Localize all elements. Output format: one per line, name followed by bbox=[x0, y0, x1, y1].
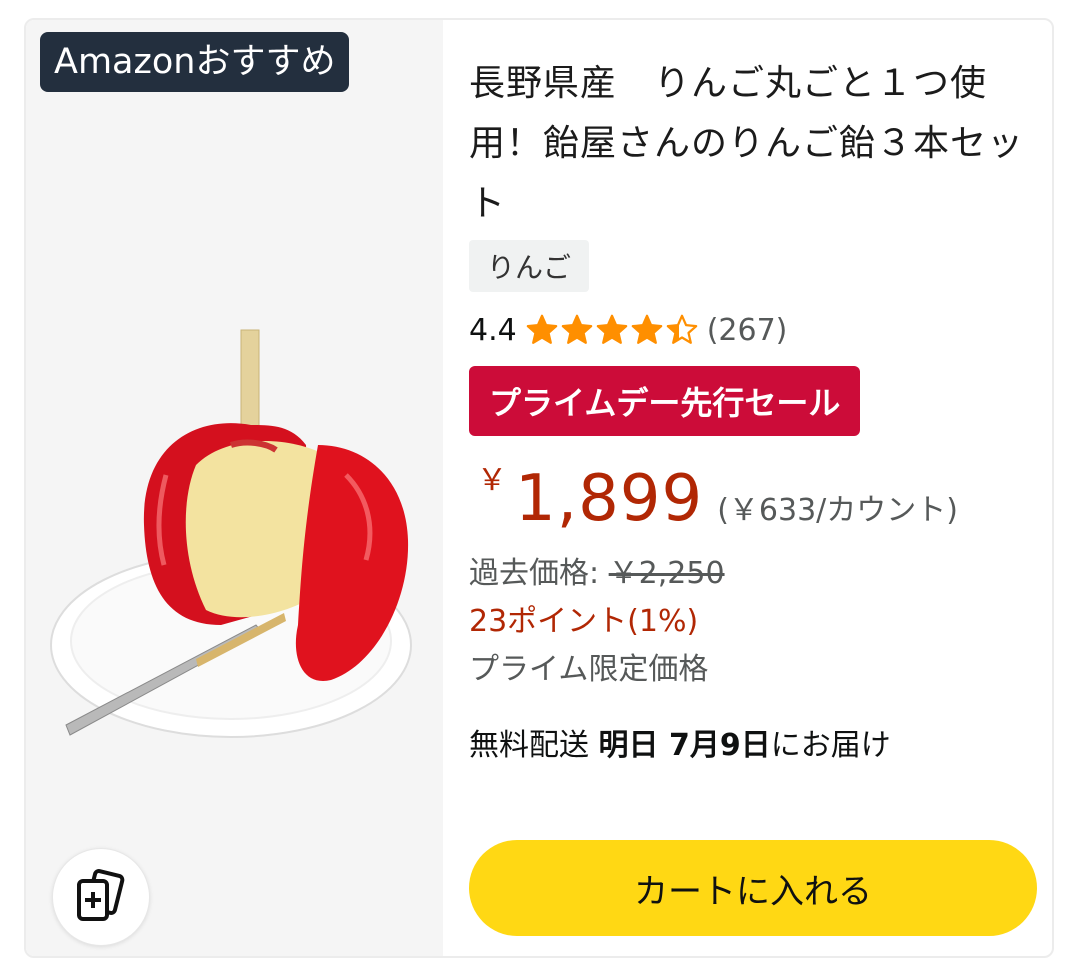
delivery-prefix: 無料配送 bbox=[469, 728, 599, 763]
delivery-date: 明日 7月9日 bbox=[598, 728, 771, 763]
star-icon bbox=[561, 314, 593, 344]
product-card[interactable]: Amazonおすすめ 長野県産 りんご丸ごと１つ使用！飴屋さんのりんご飴３本セッ… bbox=[24, 18, 1054, 958]
star-icon bbox=[666, 314, 698, 344]
deal-badge: プライムデー先行セール bbox=[469, 366, 861, 436]
product-media[interactable]: Amazonおすすめ bbox=[26, 20, 443, 956]
rating-value: 4.4 bbox=[469, 312, 517, 348]
review-count[interactable]: (267) bbox=[707, 313, 788, 348]
rating-row[interactable]: 4.4 (267) bbox=[469, 308, 787, 352]
points: 23ポイント(1%) bbox=[469, 604, 699, 639]
compare-button[interactable] bbox=[52, 848, 150, 946]
unit-price: (￥633/カウント) bbox=[717, 493, 958, 528]
price-row: ￥ 1,899 (￥633/カウント) bbox=[469, 462, 958, 542]
past-price: 過去価格: ￥2,250 bbox=[469, 548, 725, 592]
category-chip: りんご bbox=[469, 240, 590, 292]
product-image[interactable] bbox=[46, 325, 426, 755]
past-price-label: 過去価格: bbox=[469, 556, 609, 591]
star-icon bbox=[596, 314, 628, 344]
add-to-cart-button[interactable]: カートに入れる bbox=[469, 840, 1037, 936]
delivery-suffix: にお届け bbox=[770, 728, 891, 763]
compare-cards-icon bbox=[77, 869, 125, 921]
price-amount: 1,899 bbox=[515, 462, 704, 536]
currency-symbol: ￥ bbox=[477, 463, 507, 498]
amazon-recommended-badge: Amazonおすすめ bbox=[40, 32, 350, 92]
star-icon bbox=[631, 314, 663, 344]
star-icon bbox=[526, 314, 558, 344]
delivery-info: 無料配送 明日 7月9日にお届け bbox=[469, 720, 891, 764]
product-title[interactable]: 長野県産 りんご丸ごと１つ使用！飴屋さんのりんご飴３本セット bbox=[469, 54, 1029, 234]
star-rating bbox=[525, 313, 699, 347]
past-price-value: ￥2,250 bbox=[608, 556, 725, 591]
prime-exclusive-label: プライム限定価格 bbox=[469, 652, 709, 687]
